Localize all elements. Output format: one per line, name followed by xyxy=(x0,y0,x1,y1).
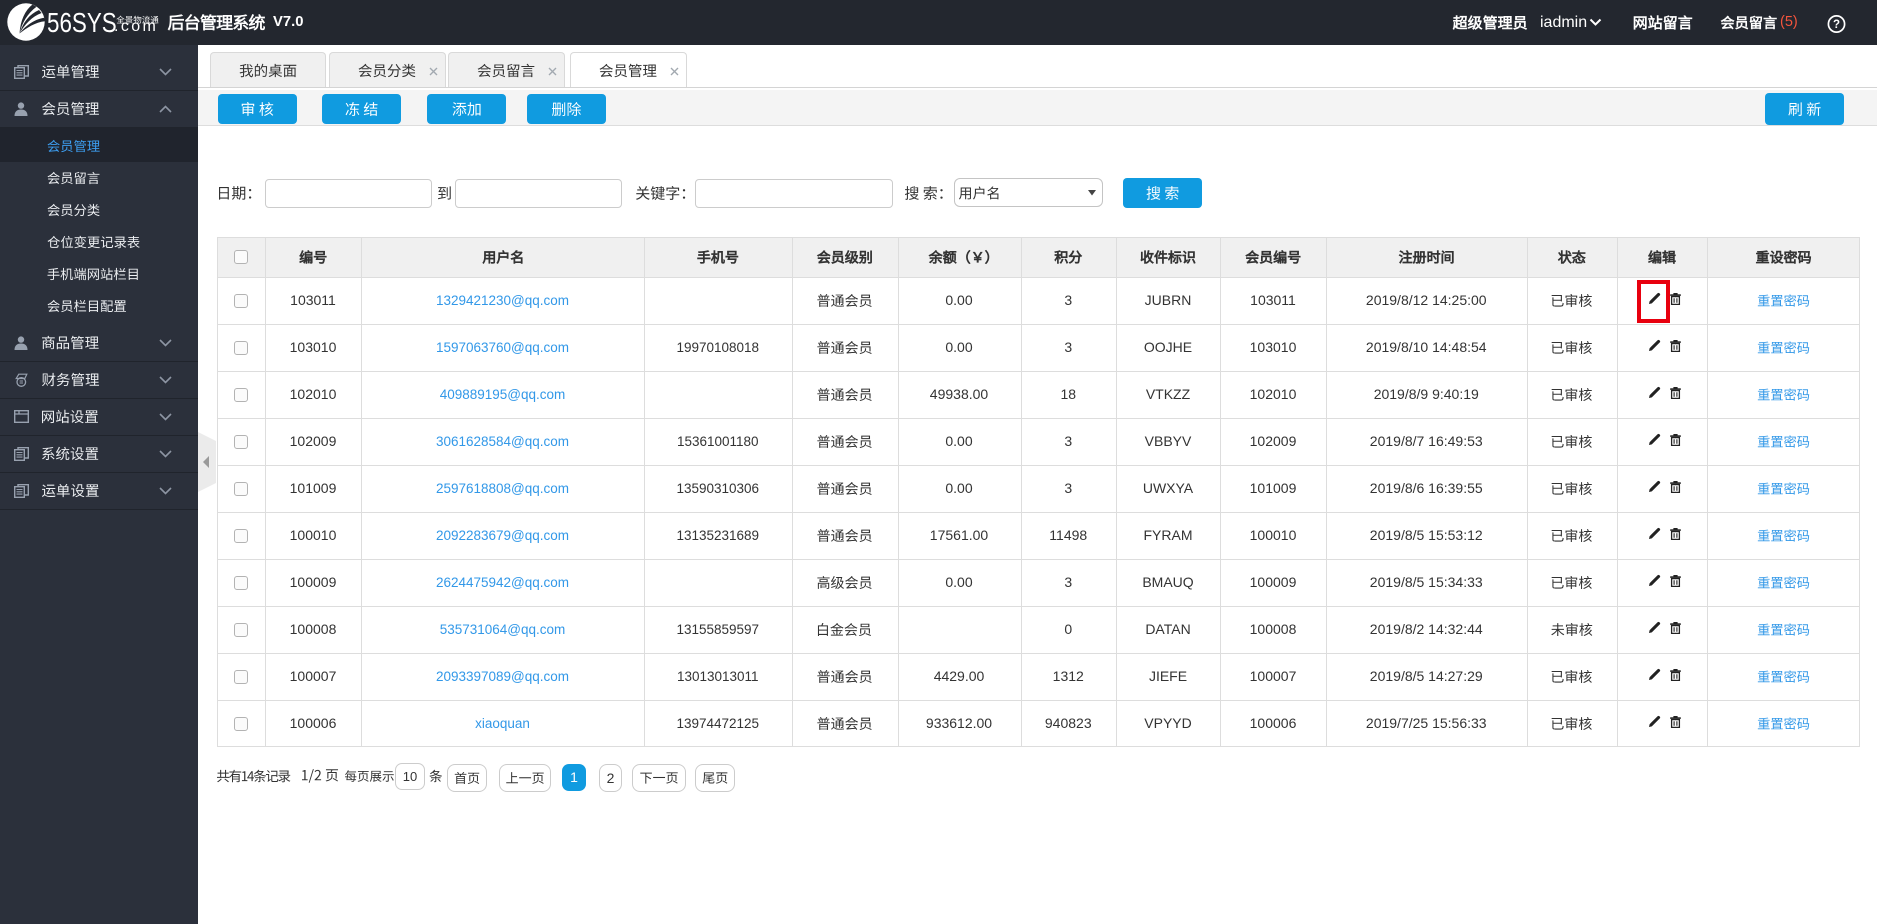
svg-text:?: ? xyxy=(1833,19,1840,31)
